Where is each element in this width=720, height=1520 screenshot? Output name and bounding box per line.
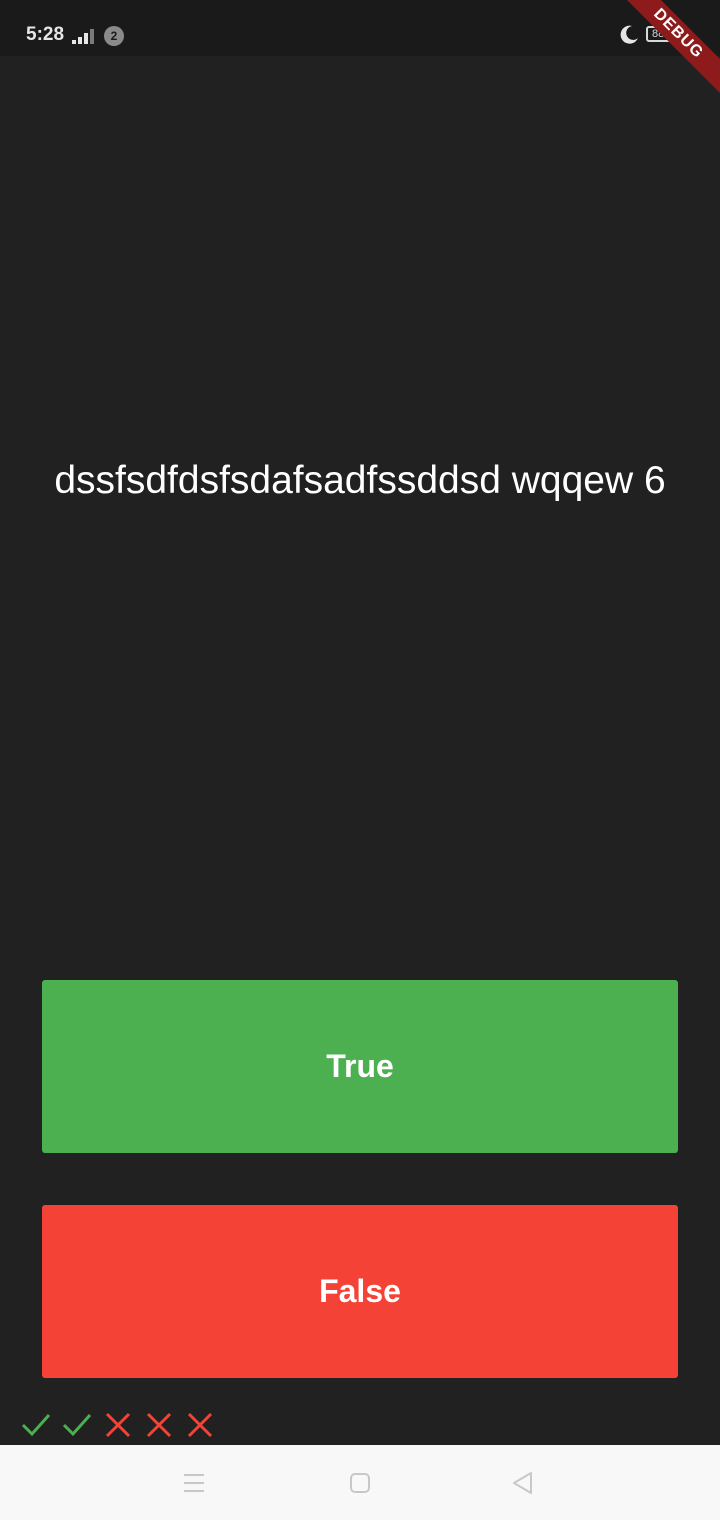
check-icon bbox=[62, 1413, 92, 1437]
moon-icon bbox=[620, 25, 638, 44]
signal-icon bbox=[72, 29, 94, 44]
debug-banner: DEBUG bbox=[612, 0, 720, 100]
check-icon bbox=[21, 1413, 51, 1437]
question-text: dssfsdfdsfsdafsadfssddsd wqqew 6 bbox=[54, 459, 666, 502]
close-icon bbox=[105, 1412, 131, 1438]
status-time: 5:28 bbox=[26, 24, 65, 45]
notification-count-badge: 2 bbox=[104, 26, 124, 46]
close-icon bbox=[187, 1412, 213, 1438]
true-button[interactable]: True bbox=[42, 980, 678, 1153]
close-icon bbox=[146, 1412, 172, 1438]
false-button-label: False bbox=[319, 1273, 401, 1309]
false-button[interactable]: False bbox=[42, 1205, 678, 1378]
back-icon[interactable] bbox=[506, 1467, 538, 1499]
menu-icon[interactable] bbox=[178, 1467, 210, 1499]
true-button-label: True bbox=[326, 1048, 394, 1084]
score-keeper bbox=[20, 1406, 216, 1446]
status-bar: 5:28 2 88 DEBUG bbox=[0, 0, 720, 100]
home-icon[interactable] bbox=[344, 1467, 376, 1499]
navigation-bar bbox=[0, 1445, 720, 1520]
